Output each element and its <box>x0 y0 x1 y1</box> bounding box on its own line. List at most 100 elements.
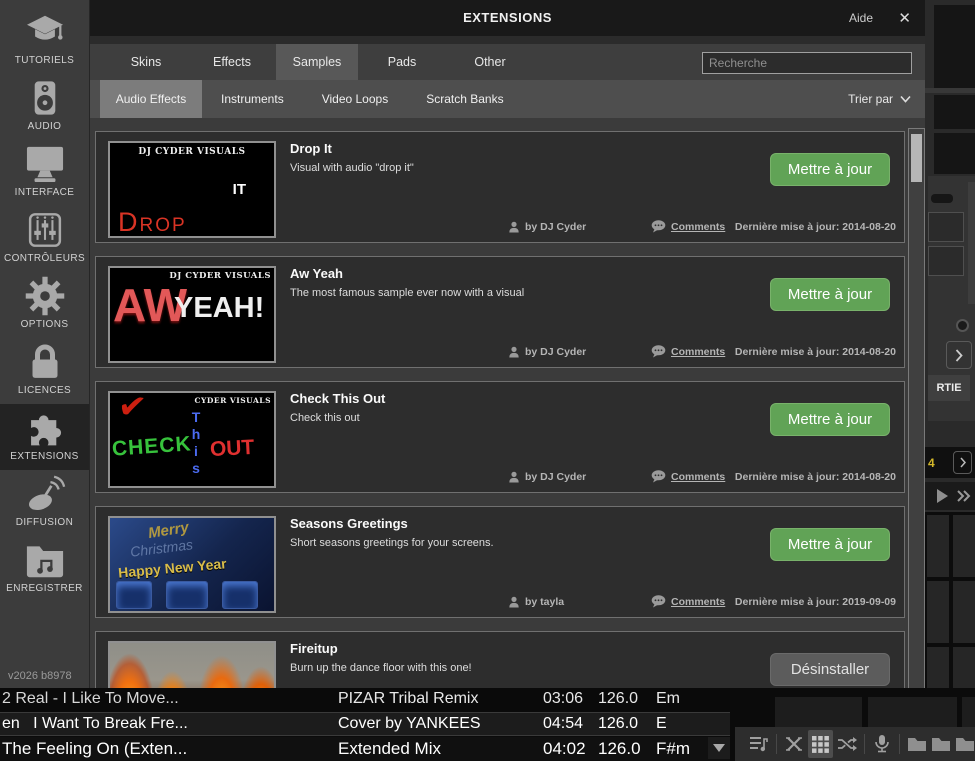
subtab-audio-effects[interactable]: Audio Effects <box>100 80 202 118</box>
comments-link[interactable]: Comments <box>651 220 725 233</box>
dialog-titlebar: EXTENSIONS Aide ✕ <box>90 0 925 36</box>
tab-other[interactable]: Other <box>446 44 534 80</box>
automix-icon[interactable] <box>749 730 769 758</box>
sidebar-item-licences[interactable]: LICENCES <box>0 338 89 404</box>
chevron-right-button[interactable] <box>953 451 972 474</box>
thumb-art-text: Christmas <box>129 536 193 560</box>
skip-next-icon[interactable] <box>957 490 971 502</box>
bg-button <box>928 212 964 242</box>
playlist-row[interactable]: en I Want To Break Fre... Cover by YANKE… <box>0 712 730 736</box>
output-label: RTIE <box>928 375 970 401</box>
bg-row: 4 <box>925 447 975 478</box>
folder-icon[interactable] <box>955 730 975 758</box>
subtab-video-loops[interactable]: Video Loops <box>303 80 408 118</box>
extensions-dialog: EXTENSIONS Aide ✕ Skins Effects Samples … <box>90 0 925 691</box>
deck-number-badge: 4 <box>928 456 935 470</box>
sidebar-item-interface[interactable]: INTERFACE <box>0 140 89 206</box>
sidebar-item-audio[interactable]: AUDIO <box>0 74 89 140</box>
folder-icon[interactable] <box>931 730 951 758</box>
comment-icon <box>651 595 666 608</box>
sidebar-item-enregistrer[interactable]: ENREGISTRER <box>0 536 89 602</box>
monitor-icon <box>22 140 68 187</box>
extension-thumbnail: DJ CYDER VISUALS IT Drop <box>108 141 276 238</box>
mic-icon[interactable] <box>872 730 892 758</box>
folder-music-icon <box>23 536 67 583</box>
titlebar-shadow <box>90 36 925 44</box>
subtab-instruments[interactable]: Instruments <box>202 80 303 118</box>
playlist-dropdown-button[interactable] <box>708 737 730 759</box>
extension-thumbnail: FIRE! <box>108 641 276 691</box>
track-version: Cover by YANKEES <box>338 715 481 733</box>
extension-item-check-this-out: CYDER VISUALS ✔ CHECK This OUT Check Thi… <box>95 381 905 493</box>
update-button[interactable]: Mettre à jour <box>770 153 890 186</box>
comments-link[interactable]: Comments <box>651 470 725 483</box>
playlist-row[interactable]: The Feeling On (Exten... Extended Mix 04… <box>0 737 730 761</box>
chevron-right-icon <box>960 457 966 468</box>
help-button[interactable]: Aide <box>849 11 873 25</box>
sidebar-item-options[interactable]: OPTIONS <box>0 272 89 338</box>
tab-skins[interactable]: Skins <box>104 44 188 80</box>
thumb-brand-text: CYDER VISUALS <box>195 396 271 405</box>
uninstall-button[interactable]: Désinstaller <box>770 653 890 686</box>
sidebar-item-extensions[interactable]: EXTENSIONS <box>0 404 89 470</box>
extension-item-aw-yeah: DJ CYDER VISUALS AW YEAH! Aw Yeah The mo… <box>95 256 905 368</box>
update-button[interactable]: Mettre à jour <box>770 278 890 311</box>
puzzle-icon <box>24 404 66 451</box>
toolbar-separator <box>776 734 777 754</box>
bg-panel <box>934 95 975 129</box>
scratch-icon[interactable] <box>784 730 804 758</box>
thumb-art-text: YEAH! <box>174 294 264 323</box>
play-icon[interactable] <box>937 489 948 503</box>
subtab-scratch-banks[interactable]: Scratch Banks <box>407 80 522 118</box>
user-icon <box>508 471 520 483</box>
tab-samples[interactable]: Samples <box>276 44 358 80</box>
folder-icon[interactable] <box>906 730 926 758</box>
user-icon <box>508 346 520 358</box>
tab-pads[interactable]: Pads <box>358 44 446 80</box>
toolbar-separator <box>864 734 865 754</box>
sidebar-item-controleurs[interactable]: CONTRÔLEURS <box>0 206 89 272</box>
list-scrollbar[interactable] <box>908 128 925 689</box>
sidebar-item-label: CONTRÔLEURS <box>4 253 85 264</box>
bg-panel <box>962 697 975 727</box>
search-input[interactable] <box>702 52 912 74</box>
extension-description: The most famous sample ever now with a v… <box>290 287 524 299</box>
track-version: Extended Mix <box>338 739 441 759</box>
dialog-title: EXTENSIONS <box>90 10 925 25</box>
track-name: The Feeling On (Exten... <box>2 739 187 759</box>
app-version: v2026 b8978 <box>8 670 72 682</box>
playlist-row[interactable]: 2 Real - I Like To Move... PIZAR Tribal … <box>0 688 730 712</box>
sideview-toolbar <box>735 727 975 761</box>
broadcast-icon <box>23 470 67 517</box>
track-bpm: 126.0 <box>598 739 641 759</box>
comments-link[interactable]: Comments <box>651 345 725 358</box>
shuffle-icon[interactable] <box>837 730 857 758</box>
bg-sliver <box>968 182 975 304</box>
grid-icon[interactable] <box>808 730 833 758</box>
comment-icon <box>651 345 666 358</box>
gift-art <box>166 581 208 609</box>
thumb-brand-text: DJ CYDER VISUALS <box>110 147 274 157</box>
close-icon[interactable]: ✕ <box>898 9 911 27</box>
track-bpm: 126.0 <box>598 690 638 708</box>
track-version: PIZAR Tribal Remix <box>338 690 478 708</box>
extension-description: Check this out <box>290 412 360 424</box>
lock-icon <box>25 338 65 385</box>
extensions-list: DJ CYDER VISUALS IT Drop Drop It Visual … <box>90 118 925 691</box>
sort-dropdown[interactable]: Trier par <box>848 80 911 118</box>
update-button[interactable]: Mettre à jour <box>770 528 890 561</box>
sliders-icon <box>25 206 65 253</box>
track-bpm: 126.0 <box>598 715 638 733</box>
scrollbar-thumb[interactable] <box>911 134 922 182</box>
sidebar-item-tutoriels[interactable]: TUTORIELS <box>0 8 89 74</box>
comments-link[interactable]: Comments <box>651 595 725 608</box>
chevron-right-button[interactable] <box>946 341 972 369</box>
update-button[interactable]: Mettre à jour <box>770 403 890 436</box>
extension-title: Check This Out <box>290 391 385 406</box>
bg-panel <box>868 697 957 727</box>
tab-effects[interactable]: Effects <box>188 44 276 80</box>
background-app-strip: RTIE 4 <box>925 0 975 692</box>
sidebar-item-label: EXTENSIONS <box>10 451 78 462</box>
track-key: F#m <box>656 739 690 759</box>
sidebar-item-diffusion[interactable]: DIFFUSION <box>0 470 89 536</box>
